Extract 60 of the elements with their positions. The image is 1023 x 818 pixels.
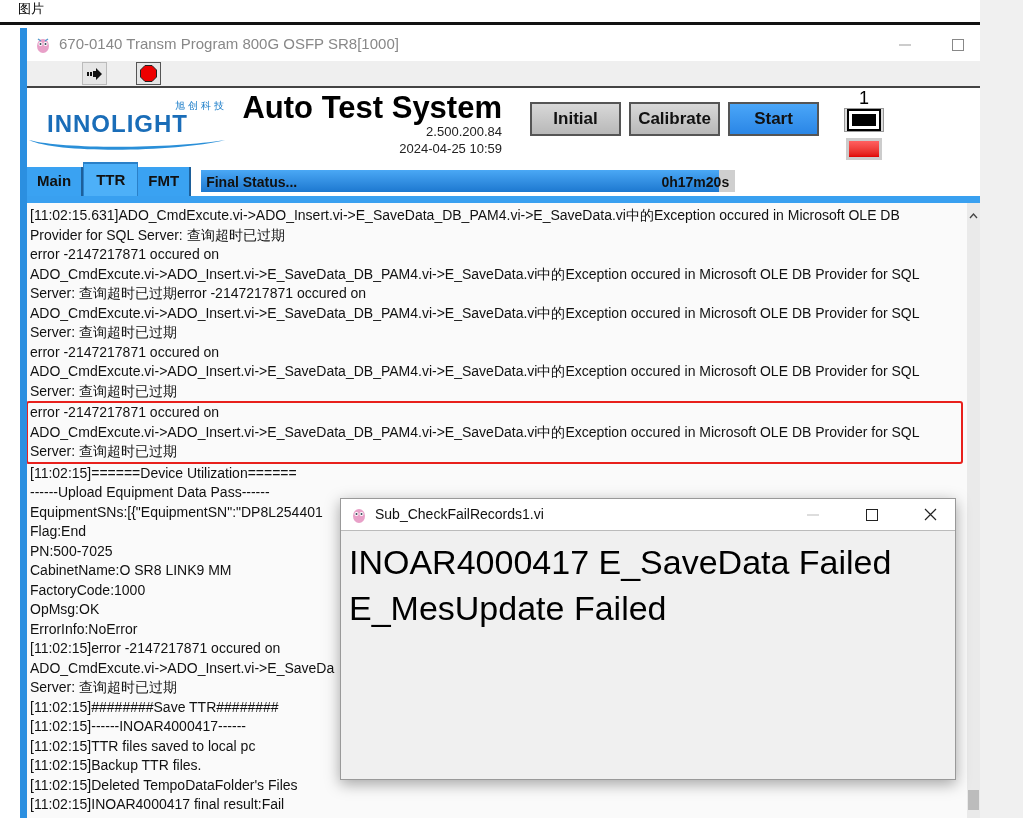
tab[interactable]: TTR [83,162,139,196]
log-line: ------Upload Equipment Data Pass------ [30,483,270,502]
log-line: Flag:End [30,522,87,541]
log-line: ADO_CmdExcute.vi->ADO_Insert.vi->E_SaveData_DB_PAM4.vi->E_SaveData.vi中的Exception occured in Microsoft OLE DB Provider for SQL [30,303,920,323]
log-line: error -2147217871 occured on [30,403,220,422]
log-line: [11:02:15]======Device Utilization====== [30,463,297,483]
log-line: ADO_CmdExcute.vi->ADO_Insert.vi->E_SaveData_DB_PAM4.vi->E_SaveData.vi中的Exception occured in Microsoft OLE DB Provider for SQL [30,264,920,284]
log-line: error -2147217871 occured on [30,245,220,264]
indicator-box [844,108,884,133]
log-line: [11:02:15]error -2147217871 occured on [30,639,281,658]
log-line: Server: 查询超时已过期 [30,678,177,697]
log-line: [11:02:15]INOAR4000417 final result:Fail [30,795,285,814]
log-line: Provider for SQL Server: 查询超时已过期 [30,225,285,245]
scrollbar[interactable] [967,203,980,818]
arrow-icon [86,67,103,80]
log-line: Server: 查询超时已过期 [30,442,177,461]
dialog-title: Sub_CheckFailRecords1.vi [375,505,544,524]
log-line: ADO_CmdExcute.vi->ADO_Insert.vi->E_SaveData_DB_PAM4.vi->E_SaveData.vi中的Exception occured in Microsoft OLE DB Provider for SQL [30,422,920,442]
dialog-message: E_MesUpdate Failed [349,588,668,629]
status-label: Final Status... [206,173,298,192]
stop-icon [140,65,157,82]
action-button[interactable]: Start [728,102,819,136]
log-line: [11:02:15.631]ADO_CmdExcute.vi->ADO_Insert.vi->E_SaveData_DB_PAM4.vi->E_SaveData.vi中的Exception occured in Microsoft OLE DB [30,206,900,225]
datetime-text: 2024-04-25 10:59 [399,140,502,158]
maximize-icon[interactable] [866,508,878,521]
log-line: Server: 查询超时已过期 [30,323,177,342]
tab[interactable]: Main [27,167,84,196]
log-line: [11:02:15]TTR files saved to local pc [30,736,256,756]
log-line: [11:02:15]########Save TTR######## [30,697,279,717]
action-button[interactable]: Calibrate [629,102,720,136]
app-title: Auto Test System [242,92,502,124]
scroll-thumb[interactable] [968,790,979,810]
log-line: error -2147217871 occured on [30,342,220,362]
log-line: Server: 查询超时已过期error -2147217871 occured on [30,284,367,303]
dialog-message: INOAR4000417 E_SaveData Failed [349,542,893,583]
run-arrow-button[interactable] [82,62,107,85]
log-line: CabinetName:O SR8 LINK9 MM [30,561,232,580]
logo-chinese-text: 旭创科技 [175,99,227,113]
scroll-up-icon[interactable] [969,213,978,219]
log-line: OpMsg:OK [30,600,100,619]
window-title: 670-0140 Transm Program 800G OSFP SR8[1000] [59,34,399,55]
close-icon[interactable] [924,508,937,521]
log-line: FactoryCode:1000 [30,580,146,600]
log-line: ErrorInfo:NoError [30,619,138,639]
action-button[interactable]: Initial [530,102,621,136]
log-line: Server: 查询超时已过期 [30,381,177,401]
logo-wordmark: INNOLIGHT [47,110,188,138]
log-line: PN:500-7025 [30,541,113,561]
log-line: ADO_CmdExcute.vi->ADO_Insert.vi->E_SaveDa [30,658,335,678]
tab[interactable]: FMT [138,167,192,196]
log-line: [11:02:15]Backup TTR files. [30,756,202,775]
indicator-label: 1 [858,88,870,108]
log-line: [11:02:15]------INOAR4000417------ [30,717,247,736]
log-line: ADO_CmdExcute.vi->ADO_Insert.vi->E_SaveData_DB_PAM4.vi->E_SaveData.vi中的Exception occured in Microsoft OLE DB Provider for SQL [30,362,920,381]
window-title: 图片 [18,1,44,17]
stop-button[interactable] [136,62,161,85]
version-text: 2.500.200.84 [426,124,502,140]
app-icon [35,35,51,54]
log-line: [11:02:15]Deleted TempoDataFolder's Files [30,775,298,795]
log-line: EquipmentSNs:[{"EquipmentSN":"DP8L254401 [30,502,323,522]
